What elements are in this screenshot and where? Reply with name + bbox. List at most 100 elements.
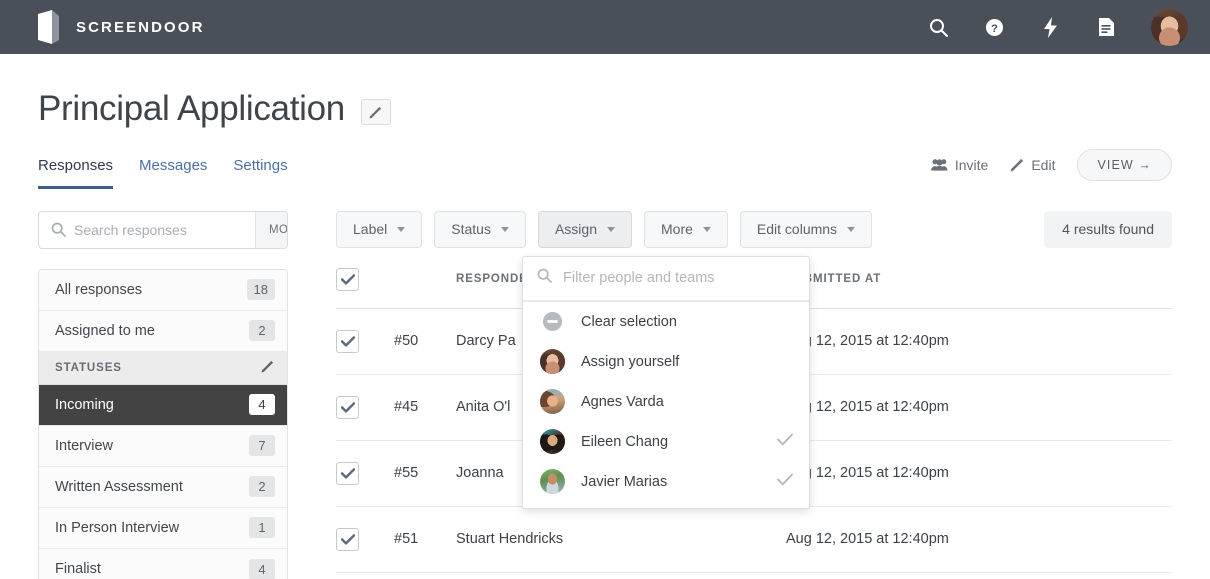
header-actions: Invite Edit VIEW → (930, 148, 1172, 189)
row-submitted-at: Aug 12, 2015 at 12:40pm (786, 440, 1172, 507)
check-icon (777, 473, 793, 490)
sidebar-item-in-person-interview[interactable]: In Person Interview 1 (39, 507, 287, 549)
invite-button[interactable]: Invite (930, 156, 989, 173)
row-checkbox[interactable] (336, 329, 359, 353)
assign-item-eileen-chang[interactable]: Eileen Chang (523, 422, 809, 462)
edit-statuses-button[interactable] (261, 360, 274, 376)
edit-button[interactable]: Edit (1010, 157, 1055, 173)
sidebar-item-interview[interactable]: Interview 7 (39, 425, 287, 467)
sidebar-item-all-responses[interactable]: All responses 18 (39, 269, 287, 311)
more-dropdown-button[interactable]: More (644, 210, 728, 248)
row-id[interactable]: #51 (394, 506, 456, 573)
row-submitted-at: Aug 12, 2015 at 12:40pm (786, 308, 1172, 375)
sidebar-item-count: 4 (249, 558, 275, 579)
top-navigation-bar: SCREENDOOR ? (0, 0, 1210, 54)
status-dropdown-button[interactable]: Status (434, 210, 526, 248)
sidebar-section-statuses: STATUSES (39, 351, 287, 385)
sidebar-item-count: 2 (249, 476, 275, 497)
assign-item-clear-selection[interactable]: Clear selection (523, 302, 809, 342)
row-id[interactable]: #55 (394, 440, 456, 507)
sidebar-item-label: Interview (55, 437, 114, 454)
select-all-header (336, 267, 394, 309)
avatar[interactable] (1151, 8, 1188, 46)
assign-item-label: Agnes Varda (581, 393, 664, 410)
more-dropdown-text: More (661, 221, 693, 237)
label-dropdown-button[interactable]: Label (336, 210, 423, 248)
assign-item-javier-marias[interactable]: Javier Marias (523, 462, 809, 502)
pencil-icon (261, 360, 274, 373)
search-input[interactable] (74, 211, 255, 248)
select-all-checkbox[interactable] (336, 267, 359, 291)
table-row[interactable]: #51 Stuart Hendricks Aug 12, 2015 at 12:… (336, 506, 1172, 573)
help-circle-icon[interactable]: ? (983, 16, 1005, 38)
status-dropdown-text: Status (451, 221, 491, 237)
invite-label: Invite (954, 156, 989, 173)
tab-list: Responses Messages Settings (38, 157, 288, 189)
id-header (394, 267, 456, 309)
edit-label: Edit (1031, 156, 1056, 173)
sidebar-item-assigned-to-me[interactable]: Assigned to me 2 (39, 310, 287, 352)
row-submitted-at: Aug 12, 2015 at 12:40pm (786, 506, 1172, 573)
row-respondent: Stuart Hendricks (456, 506, 786, 573)
submitted-at-header: SUBMITTED AT (786, 267, 1172, 309)
row-submitted-at: Aug 12, 2015 at 12:40pm (786, 374, 1172, 441)
sidebar-item-label: In Person Interview (55, 519, 180, 536)
sidebar-item-label: Written Assessment (55, 478, 183, 495)
edit-columns-dropdown-button[interactable]: Edit columns (739, 210, 873, 248)
pencil-icon (1010, 158, 1024, 171)
chevron-down-icon (500, 226, 509, 232)
sidebar-item-incoming[interactable]: Incoming 4 (39, 384, 287, 426)
assign-item-label: Javier Marias (581, 473, 668, 490)
brand-name: SCREENDOOR (76, 18, 205, 36)
view-button[interactable]: VIEW → (1077, 148, 1172, 181)
assign-item-assign-yourself[interactable]: Assign yourself (523, 342, 809, 382)
check-icon (777, 433, 793, 450)
content-area: MORE... All responses 18 Assigned to me … (38, 210, 1172, 579)
chevron-down-icon (847, 226, 856, 232)
row-id[interactable]: #50 (394, 308, 456, 375)
page-container: Principal Application Responses Messages… (0, 54, 1210, 579)
brand-logo-group[interactable]: SCREENDOOR (38, 10, 205, 44)
sidebar-item-label: All responses (55, 281, 143, 298)
row-checkbox[interactable] (336, 527, 359, 551)
assign-filter-input[interactable] (563, 270, 795, 286)
edit-columns-dropdown-text: Edit columns (756, 221, 838, 237)
sidebar-item-label: Finalist (55, 561, 101, 577)
search-icon[interactable] (927, 16, 949, 38)
assign-item-agnes-varda[interactable]: Agnes Varda (523, 382, 809, 422)
people-icon (930, 159, 948, 171)
row-id[interactable]: #45 (394, 374, 456, 441)
avatar (540, 429, 565, 454)
sidebar-item-count: 18 (246, 279, 275, 300)
assign-item-label: Eileen Chang (581, 433, 669, 450)
responses-toolbar: Label Status Assign More Edit columns 4 … (336, 210, 1172, 248)
results-count: 4 results found (1044, 210, 1172, 248)
sidebar-item-count: 2 (249, 320, 275, 341)
search-more-button[interactable]: MORE... (255, 211, 287, 248)
assign-dropdown-text: Assign (554, 221, 597, 237)
chevron-down-icon (607, 226, 615, 232)
sidebar-item-finalist[interactable]: Finalist 4 (39, 548, 287, 579)
avatar-image (1151, 8, 1188, 46)
tab-settings[interactable]: Settings (233, 157, 287, 189)
title-row: Principal Application (38, 54, 1172, 129)
lightning-bolt-icon[interactable] (1039, 16, 1061, 38)
assign-filter-row (523, 257, 809, 302)
tab-responses[interactable]: Responses (38, 157, 114, 189)
chevron-down-icon (397, 226, 406, 232)
sidebar-item-written-assessment[interactable]: Written Assessment 2 (39, 466, 287, 508)
tabs-and-actions-row: Responses Messages Settings Invite Edit … (38, 148, 1172, 189)
svg-text:?: ? (991, 22, 998, 34)
document-icon[interactable] (1095, 16, 1117, 38)
avatar (540, 389, 565, 414)
sidebar-item-count: 7 (249, 435, 275, 456)
page-title: Principal Application (38, 89, 345, 128)
search-icon (537, 268, 552, 288)
row-checkbox[interactable] (336, 395, 359, 419)
row-checkbox[interactable] (336, 461, 359, 485)
avatar (540, 469, 565, 494)
assign-dropdown-button[interactable]: Assign (537, 210, 632, 248)
tab-messages[interactable]: Messages (139, 157, 207, 189)
sidebar-section-label: STATUSES (55, 361, 122, 374)
edit-title-button[interactable] (360, 99, 391, 126)
